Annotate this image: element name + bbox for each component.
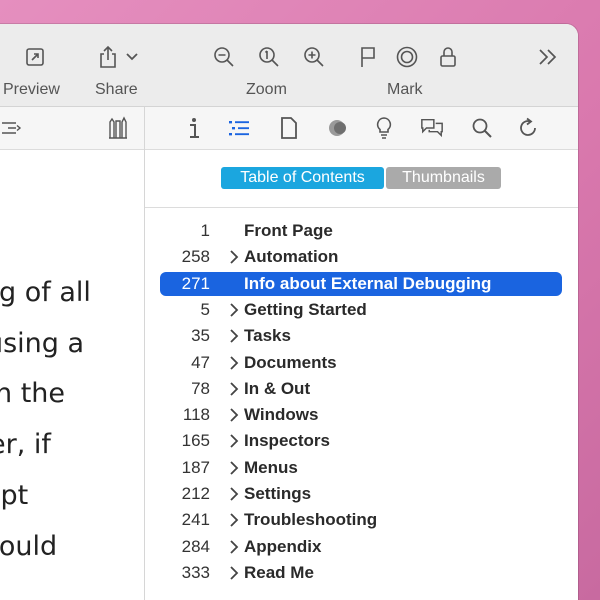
sidebar-toolbar [0, 107, 578, 150]
toc-item[interactable]: 1 Front Page [160, 219, 562, 243]
zoom-label: Zoom [246, 81, 287, 98]
preview-button[interactable]: Preview [0, 24, 70, 106]
more-icon [535, 44, 561, 70]
chevron-right-icon[interactable] [229, 382, 239, 396]
document-line: n the [0, 378, 66, 409]
toc-title: Settings [244, 484, 312, 503]
list-indent-icon[interactable] [0, 116, 24, 140]
toc-title: Getting Started [244, 299, 367, 319]
toc-item[interactable]: 284 Appendix [160, 535, 562, 559]
toc-item[interactable]: 118 Windows [160, 403, 562, 427]
toc-item[interactable]: 258 Automation [160, 245, 562, 269]
toc-page-number: 271 [181, 273, 210, 293]
chevron-right-icon[interactable] [229, 250, 239, 264]
document-line: er, if [0, 429, 51, 460]
toc-item[interactable]: 78 In & Out [160, 377, 562, 401]
pencil-cup-icon[interactable] [106, 116, 130, 140]
document-line: using a [0, 328, 85, 359]
toc-item[interactable]: 165 Inspectors [160, 429, 562, 453]
toc-title: Appendix [244, 536, 322, 556]
share-label: Share [95, 81, 138, 98]
lightbulb-icon[interactable] [372, 116, 396, 140]
toc-page-number: 284 [181, 536, 210, 556]
tab-thumbnails[interactable]: Thumbnails [386, 167, 501, 189]
tab-table-of-contents[interactable]: Table of Contents [221, 167, 384, 189]
flag-icon[interactable] [356, 44, 380, 70]
toc-title: Read Me [244, 562, 314, 582]
document-line: ipt [0, 480, 29, 511]
separator [145, 207, 578, 208]
document-pane: g of all using a n the er, if ipt could [0, 150, 144, 600]
share-button[interactable]: Share [90, 24, 150, 106]
toolbar: Preview Share Zoom Mark [0, 24, 578, 107]
toc-page-number: 47 [191, 352, 210, 372]
mark-label: Mark [387, 81, 423, 98]
preview-icon [22, 44, 48, 70]
toc-page-number: 165 [181, 431, 210, 451]
toc-item[interactable]: 187 Menus [160, 456, 562, 480]
share-icon [96, 44, 120, 70]
toc-title: Troubleshooting [244, 510, 378, 530]
more-button[interactable] [530, 24, 566, 106]
toc-item[interactable]: 5 Getting Started [160, 298, 562, 322]
toc-item[interactable]: 35 Tasks [160, 324, 562, 348]
chevron-right-icon[interactable] [229, 355, 239, 370]
zoom-group: Zoom [205, 24, 335, 106]
chevron-right-icon[interactable] [229, 434, 239, 449]
toc-title: Documents [244, 352, 337, 372]
document-line: g of all [0, 277, 91, 308]
toc-page-number: 78 [191, 378, 210, 398]
highlight-icon[interactable] [394, 44, 420, 70]
mark-group: Mark [352, 24, 462, 106]
toc-title: Inspectors [244, 431, 330, 451]
document-line: could [0, 531, 58, 562]
toc-title: Tasks [244, 326, 291, 346]
toc-title: Automation [244, 247, 339, 267]
toc-page-number: 258 [181, 247, 210, 267]
toc-title: Windows [244, 405, 319, 425]
app-window: Preview Share Zoom Mark g of all sing a … [0, 24, 578, 600]
toc-page-number: 212 [181, 484, 210, 503]
pane-divider[interactable] [144, 107, 145, 600]
comments-icon[interactable] [420, 116, 444, 140]
toc-title: Menus [244, 457, 298, 477]
list-icon[interactable] [227, 116, 251, 140]
lock-icon[interactable] [436, 44, 460, 70]
toc-item[interactable]: 47 Documents [160, 351, 562, 375]
actual-size-icon[interactable] [256, 44, 282, 70]
toc-item[interactable]: 212 Settings [160, 482, 562, 506]
info-icon[interactable] [182, 116, 206, 140]
toc-page-number: 187 [181, 457, 210, 477]
toc-item[interactable]: 241 Troubleshooting [160, 508, 562, 532]
toc-page-number: 333 [181, 562, 210, 582]
toc-page-number: 241 [181, 510, 210, 530]
chevron-right-icon[interactable] [229, 513, 239, 527]
preview-label: Preview [3, 81, 60, 98]
toc-page-number: 1 [200, 221, 210, 240]
chevron-right-icon[interactable] [229, 566, 239, 580]
chevron-right-icon[interactable] [229, 487, 239, 501]
chevron-right-icon[interactable] [229, 539, 239, 554]
toc-title: Info about External Debugging [244, 273, 492, 293]
refresh-icon[interactable] [516, 116, 540, 140]
document-icon[interactable] [277, 116, 301, 140]
search-icon[interactable] [470, 116, 494, 140]
chevron-down-icon[interactable] [125, 44, 139, 70]
toc-title: Front Page [244, 221, 333, 240]
chevron-right-icon[interactable] [229, 303, 239, 317]
tag-icon[interactable] [325, 116, 349, 140]
toc-title: In & Out [244, 378, 311, 398]
zoom-in-icon[interactable] [301, 44, 327, 70]
toc-item[interactable]: 333 Read Me [160, 561, 562, 585]
toc-page-number: 35 [191, 326, 210, 346]
zoom-out-icon[interactable] [211, 44, 237, 70]
chevron-right-icon[interactable] [229, 329, 239, 343]
chevron-right-icon[interactable] [229, 461, 239, 475]
chevron-right-icon[interactable] [229, 408, 239, 422]
toc-page-number: 118 [182, 405, 210, 425]
toc-page-number: 5 [200, 299, 210, 319]
toc-item[interactable]: 271 Info about External Debugging [160, 271, 562, 296]
